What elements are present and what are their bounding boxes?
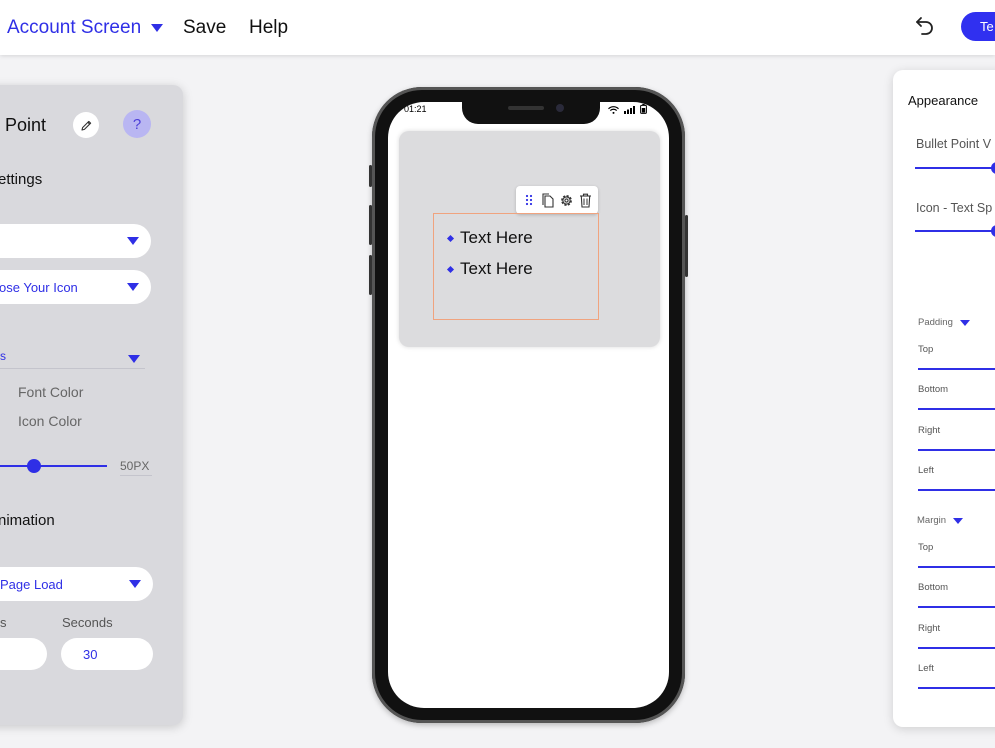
- gear-icon[interactable]: [559, 193, 574, 208]
- margin-right-label: Right: [918, 623, 941, 634]
- margin-label: Margin: [917, 515, 947, 526]
- chevron-down-icon: [151, 24, 164, 32]
- bullet-point-label: Bullet Point V: [916, 137, 992, 151]
- margin-top-input[interactable]: [918, 566, 995, 568]
- panel-title: Point: [5, 115, 47, 135]
- bullet-point-slider-track[interactable]: [915, 167, 995, 169]
- icon-color-picker[interactable]: Icon Color: [18, 413, 82, 429]
- edit-title-button[interactable]: [73, 112, 99, 138]
- icon-text-spacing-label: Icon - Text Sp: [916, 201, 993, 215]
- copy-icon[interactable]: [540, 192, 555, 208]
- padding-bottom-label: Bottom: [918, 384, 949, 395]
- padding-right-input[interactable]: [918, 449, 995, 451]
- chevron-down-icon: [129, 580, 141, 588]
- phone-preview: 01:21 Text Here Text Here: [369, 87, 688, 723]
- appearance-title: Appearance: [908, 93, 979, 108]
- list-item-text: Text Here: [460, 228, 533, 247]
- icon-text-spacing-slider-handle[interactable]: [991, 225, 995, 237]
- chevron-down-icon: [127, 283, 139, 291]
- trash-icon[interactable]: [578, 193, 593, 208]
- padding-toggle[interactable]: Padding: [918, 317, 970, 328]
- phone-volume-up: [369, 205, 372, 245]
- status-time: 01:21: [404, 104, 427, 114]
- left-settings-panel: Point ? ettings ose Your Icon s Font Col…: [0, 85, 183, 725]
- margin-bottom-input[interactable]: [918, 606, 995, 608]
- animation-trigger-value: Page Load: [0, 576, 63, 592]
- phone-power-button: [685, 215, 688, 277]
- padding-top-input[interactable]: [918, 368, 995, 370]
- screen-selector[interactable]: Account Screen: [7, 17, 164, 39]
- margin-left-input[interactable]: [918, 687, 995, 689]
- font-color-picker[interactable]: Font Color: [18, 384, 83, 400]
- undo-icon[interactable]: [914, 14, 936, 38]
- padding-bottom-input[interactable]: [918, 408, 995, 410]
- bullet-icon: [446, 234, 455, 242]
- bullet-list-element[interactable]: Text Here Text Here: [433, 213, 599, 320]
- icon-select-value: ose Your Icon: [0, 279, 78, 295]
- margin-top-label: Top: [918, 542, 934, 553]
- drag-handle-icon[interactable]: [521, 193, 536, 208]
- animation-heading: nimation: [0, 512, 55, 529]
- icon-select-dropdown[interactable]: ose Your Icon: [0, 270, 151, 304]
- top-bar: Account Screen Save Help Te: [0, 0, 995, 55]
- bullet-type-dropdown[interactable]: [0, 224, 151, 258]
- save-menu-item[interactable]: Save: [183, 17, 226, 39]
- screen-name: Account Screen: [7, 17, 142, 38]
- chevron-down-icon: [127, 237, 139, 245]
- size-value[interactable]: 50PX: [120, 459, 152, 476]
- size-slider-track[interactable]: [0, 465, 107, 467]
- icon-text-spacing-slider-track[interactable]: [915, 230, 995, 232]
- delay-label: s: [0, 615, 7, 630]
- margin-toggle[interactable]: Margin: [917, 515, 964, 526]
- bullet-icon: [446, 265, 455, 273]
- seconds-input[interactable]: 30: [61, 638, 153, 670]
- phone-mute-switch: [369, 165, 372, 187]
- help-menu-item[interactable]: Help: [249, 17, 288, 39]
- chevron-down-icon: [128, 355, 140, 363]
- delay-input[interactable]: [0, 638, 47, 670]
- padding-left-label: Left: [918, 465, 934, 476]
- chevron-down-icon: [953, 517, 964, 524]
- pencil-icon: [80, 120, 91, 131]
- margin-bottom-label: Bottom: [918, 582, 949, 593]
- battery-icon: [640, 104, 647, 114]
- phone-volume-down: [369, 255, 372, 295]
- phone-screen: 01:21 Text Here Text Here: [388, 102, 669, 708]
- bullet-point-slider-handle[interactable]: [991, 162, 995, 174]
- settings-heading: ettings: [0, 171, 43, 188]
- phone-notch: [462, 102, 600, 124]
- margin-right-input[interactable]: [918, 647, 995, 649]
- seconds-label: Seconds: [62, 615, 113, 630]
- wifi-icon: [608, 106, 619, 114]
- test-button[interactable]: Te: [961, 12, 995, 41]
- padding-label: Padding: [918, 317, 953, 328]
- style-select-value: s: [0, 349, 6, 363]
- padding-top-label: Top: [918, 344, 934, 355]
- margin-left-label: Left: [918, 663, 934, 674]
- camera-dot: [556, 104, 564, 112]
- status-icons: [608, 104, 647, 114]
- chevron-down-icon: [959, 319, 970, 326]
- list-item: Text Here: [446, 228, 533, 248]
- content-container[interactable]: Text Here Text Here: [399, 131, 660, 347]
- list-item: Text Here: [446, 259, 533, 279]
- signal-icon: [624, 106, 635, 114]
- help-button[interactable]: ?: [123, 110, 151, 138]
- size-slider-handle[interactable]: [26, 459, 41, 473]
- style-select[interactable]: s: [0, 349, 145, 369]
- element-toolbar: [516, 186, 598, 214]
- speaker-grille: [508, 106, 544, 110]
- padding-right-label: Right: [918, 425, 941, 436]
- appearance-panel: Appearance Bullet Point V Icon - Text Sp…: [893, 70, 995, 727]
- animation-trigger-dropdown[interactable]: Page Load: [0, 567, 153, 601]
- list-item-text: Text Here: [460, 259, 533, 278]
- padding-left-input[interactable]: [918, 489, 995, 491]
